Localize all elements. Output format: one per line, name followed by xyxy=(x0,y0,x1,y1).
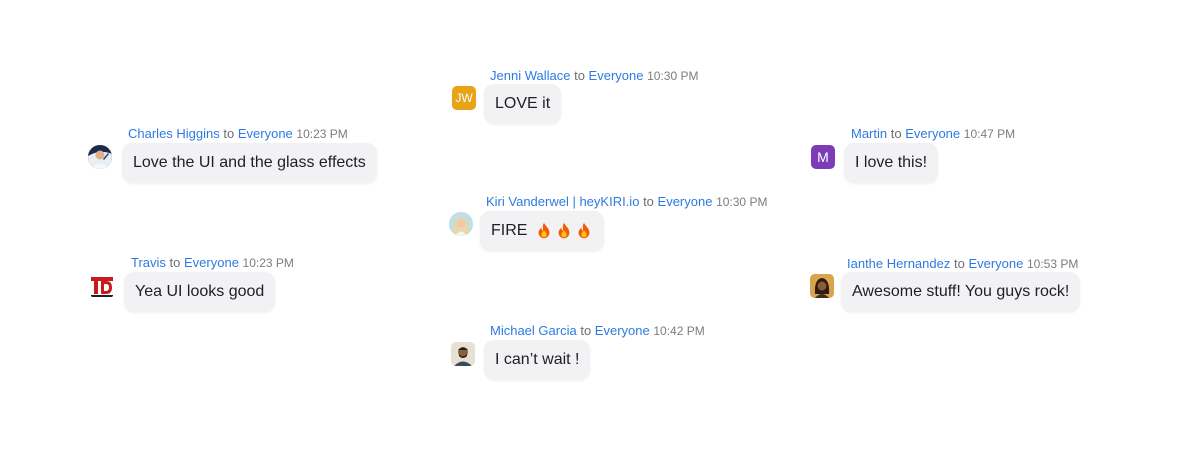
avatar[interactable]: M xyxy=(811,145,835,169)
person-photo-icon xyxy=(449,212,473,236)
message-header: Martin to Everyone 10:47 PM xyxy=(851,126,1015,142)
timestamp: 10:23 PM xyxy=(242,256,294,270)
avatar-initials: M xyxy=(817,149,829,165)
sender-name[interactable]: Michael Garcia xyxy=(490,323,577,338)
message-text: Love the UI and the glass effects xyxy=(133,154,366,171)
recipient-name[interactable]: Everyone xyxy=(905,126,960,141)
to-label: to xyxy=(890,126,902,141)
avatar[interactable] xyxy=(449,212,473,236)
sender-name[interactable]: Ianthe Hernandez xyxy=(847,256,950,271)
fire-icon xyxy=(579,222,590,239)
message-header: Travis to Everyone 10:23 PM xyxy=(131,255,294,271)
message-text: I can’t wait ! xyxy=(495,351,580,368)
message-bubble: Love the UI and the glass effects xyxy=(122,143,377,183)
to-label: to xyxy=(580,323,592,338)
message-text: Yea UI looks good xyxy=(135,283,265,300)
person-photo-icon xyxy=(810,274,834,298)
sender-name[interactable]: Kiri Vanderwel | heyKIRI.io xyxy=(486,194,639,209)
message-header: Michael Garcia to Everyone 10:42 PM xyxy=(490,323,705,339)
message-bubble: LOVE it xyxy=(484,84,562,124)
recipient-name[interactable]: Everyone xyxy=(968,256,1023,271)
message-text: I love this! xyxy=(855,154,928,171)
recipient-name[interactable]: Everyone xyxy=(589,68,644,83)
message-bubble: Awesome stuff! You guys rock! xyxy=(841,272,1081,312)
avatar[interactable] xyxy=(88,145,112,169)
fire-icon xyxy=(539,222,550,239)
sender-name[interactable]: Charles Higgins xyxy=(128,126,220,141)
fire-icon xyxy=(559,222,570,239)
to-label: to xyxy=(574,68,585,83)
to-label: to xyxy=(953,256,965,271)
person-photo-icon xyxy=(451,342,475,366)
message-bubble: I love this! xyxy=(844,143,939,183)
message-header: Kiri Vanderwel | heyKIRI.io to Everyone … xyxy=(486,194,767,210)
message-bubble: Yea UI looks good xyxy=(124,272,276,312)
recipient-name[interactable]: Everyone xyxy=(658,194,713,209)
message-bubble: FIRE xyxy=(480,211,605,251)
recipient-name[interactable]: Everyone xyxy=(238,126,293,141)
recipient-name[interactable]: Everyone xyxy=(595,323,650,338)
to-label: to xyxy=(169,255,181,270)
timestamp: 10:30 PM xyxy=(716,195,768,209)
avatar[interactable] xyxy=(810,274,834,298)
timestamp: 10:23 PM xyxy=(296,127,348,141)
avatar[interactable]: JW xyxy=(452,86,476,110)
message-header: Charles Higgins to Everyone 10:23 PM xyxy=(128,126,348,142)
sender-name[interactable]: Martin xyxy=(851,126,887,141)
avatar-initials: JW xyxy=(455,91,473,105)
message-header: Ianthe Hernandez to Everyone 10:53 PM xyxy=(847,256,1078,272)
message-text: FIRE xyxy=(491,222,528,239)
fire-emoji-group xyxy=(533,222,593,240)
to-label: to xyxy=(223,126,235,141)
message-header: Jenni Wallace to Everyone 10:30 PM xyxy=(490,68,698,84)
message-bubble: I can’t wait ! xyxy=(484,340,591,380)
to-label: to xyxy=(643,194,654,209)
person-photo-icon xyxy=(88,145,112,169)
timestamp: 10:53 PM xyxy=(1027,257,1079,271)
avatar[interactable] xyxy=(90,274,114,298)
timestamp: 10:30 PM xyxy=(647,69,699,83)
timestamp: 10:47 PM xyxy=(963,127,1016,141)
message-text: Awesome stuff! You guys rock! xyxy=(852,283,1070,300)
timestamp: 10:42 PM xyxy=(653,324,705,338)
sender-name[interactable]: Travis xyxy=(131,255,166,270)
message-text: LOVE it xyxy=(495,95,551,112)
sender-name[interactable]: Jenni Wallace xyxy=(490,68,570,83)
recipient-name[interactable]: Everyone xyxy=(184,255,239,270)
chat-reactions-board: Jenni Wallace to Everyone 10:30 PM JW LO… xyxy=(0,0,1200,461)
td-logo-icon xyxy=(91,277,113,297)
avatar[interactable] xyxy=(451,342,475,366)
